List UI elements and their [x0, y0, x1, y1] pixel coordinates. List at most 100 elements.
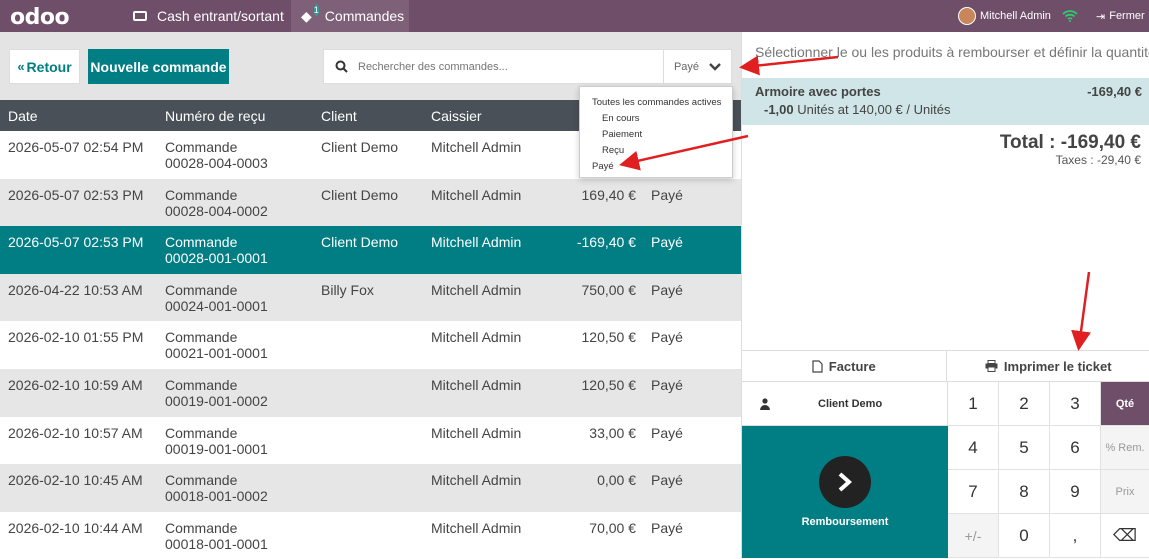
user-name: Mitchell Admin	[980, 10, 1051, 22]
row-cashier: Mitchell Admin	[431, 377, 521, 393]
user-icon	[760, 398, 770, 410]
key-9[interactable]: 9	[1050, 470, 1101, 514]
avatar	[958, 7, 976, 25]
row-receipt: Commande00019-001-0002	[165, 377, 268, 409]
order-actions: Facture Imprimer le ticket	[742, 350, 1149, 382]
printer-icon	[985, 360, 998, 372]
close-session-button[interactable]: ⇥ Fermer	[1096, 0, 1145, 32]
header-cashier: Caissier	[431, 108, 482, 124]
key-price-mode[interactable]: Prix	[1101, 470, 1149, 514]
status-filter-dropdown[interactable]: Payé	[663, 50, 731, 83]
key-1[interactable]: 1	[948, 382, 999, 426]
table-row[interactable]: 2026-02-10 01:55 PMCommande00021-001-000…	[0, 321, 741, 369]
ticket-icon: ◆	[301, 8, 312, 25]
row-cashier: Mitchell Admin	[431, 329, 521, 345]
row-receipt-prefix: Commande	[165, 472, 268, 488]
row-status: Payé	[651, 329, 683, 345]
money-icon	[133, 11, 147, 21]
row-status: Payé	[651, 234, 683, 250]
new-order-button[interactable]: Nouvelle commande	[88, 49, 229, 84]
row-date: 2026-02-10 10:44 AM	[8, 520, 143, 536]
order-total: Total : -169,40 €	[1000, 132, 1141, 154]
order-line-unit: Unités at 140,00 € / Unités	[794, 102, 951, 117]
user-menu[interactable]: Mitchell Admin	[958, 0, 1051, 32]
refund-button[interactable]: Remboursement	[742, 426, 948, 558]
row-date: 2026-05-07 02:54 PM	[8, 139, 143, 155]
row-receipt-prefix: Commande	[165, 377, 268, 393]
key-plus-minus[interactable]: +/-	[948, 514, 999, 558]
orders-tab[interactable]: ◆ 1 Commandes	[291, 0, 409, 32]
invoice-button[interactable]: Facture	[742, 351, 947, 381]
table-row[interactable]: 2026-02-10 10:59 AM Commande00019-001-000…	[0, 369, 741, 417]
print-receipt-button[interactable]: Imprimer le ticket	[947, 351, 1149, 381]
filter-value: Payé	[674, 61, 699, 73]
row-receipt-prefix: Commande	[165, 425, 268, 441]
order-line-qty: -1,00	[764, 102, 794, 117]
row-client: Billy Fox	[321, 282, 374, 298]
key-quantity-mode[interactable]: Qté	[1101, 382, 1149, 426]
search-input[interactable]	[358, 61, 663, 73]
key-3[interactable]: 3	[1050, 382, 1101, 426]
search-icon	[324, 60, 358, 73]
cash-in-out-button[interactable]: Cash entrant/sortant	[123, 0, 294, 32]
table-row[interactable]: 2026-05-07 02:53 PMCommande00028-001-000…	[0, 226, 741, 274]
row-receipt-prefix: Commande	[165, 139, 268, 155]
row-receipt: Commande00018-001-0001	[165, 520, 268, 552]
key-decimal[interactable]: ,	[1050, 514, 1101, 558]
filter-option-payment[interactable]: Paiement	[580, 127, 732, 143]
key-5[interactable]: 5	[999, 426, 1050, 470]
status-filter-menu: Toutes les commandes actives En cours Pa…	[579, 86, 733, 178]
order-line-price: -169,40 €	[1087, 84, 1142, 99]
row-receipt-number: 00024-001-0001	[165, 298, 268, 314]
top-bar: odoo Cash entrant/sortant ◆ 1 Commandes …	[0, 0, 1149, 32]
double-chevron-left-icon: «	[17, 59, 24, 74]
filter-option-all-active[interactable]: Toutes les commandes actives	[580, 95, 732, 111]
row-client: Client Demo	[321, 234, 398, 250]
row-date: 2026-04-22 10:53 AM	[8, 282, 143, 298]
table-row[interactable]: 2026-04-22 10:53 AM Commande00024-001-000…	[0, 274, 741, 322]
row-date: 2026-02-10 10:59 AM	[8, 377, 143, 393]
chevron-right-icon	[819, 456, 871, 508]
search-box: Payé	[323, 49, 732, 84]
row-receipt-prefix: Commande	[165, 329, 268, 345]
row-receipt-number: 00018-001-0001	[165, 536, 268, 552]
key-8[interactable]: 8	[999, 470, 1050, 514]
key-7[interactable]: 7	[948, 470, 999, 514]
customer-button[interactable]: Client Demo	[742, 382, 948, 426]
row-receipt: Commande00028-004-0002	[165, 187, 268, 219]
row-client: Client Demo	[321, 187, 398, 203]
table-row[interactable]: 2026-05-07 02:53 PMCommande00028-004-000…	[0, 179, 741, 227]
filter-option-receipt[interactable]: Reçu	[580, 143, 732, 159]
row-receipt-number: 00028-001-0001	[165, 250, 268, 266]
key-2[interactable]: 2	[999, 382, 1050, 426]
key-4[interactable]: 4	[948, 426, 999, 470]
filter-option-paid[interactable]: Payé	[580, 159, 732, 175]
back-button[interactable]: « Retour	[9, 49, 80, 84]
row-cashier: Mitchell Admin	[431, 234, 521, 250]
order-line[interactable]: Armoire avec portes -169,40 € -1,00 Unit…	[742, 78, 1149, 125]
key-0[interactable]: 0	[999, 514, 1050, 558]
file-pdf-icon	[812, 360, 823, 373]
row-status: Payé	[651, 472, 683, 488]
sign-out-icon: ⇥	[1096, 10, 1105, 23]
row-receipt-number: 00028-004-0003	[165, 155, 268, 171]
row-date: 2026-02-10 10:45 AM	[8, 472, 143, 488]
key-discount-mode[interactable]: % Rem.	[1101, 426, 1149, 470]
row-receipt: Commande00024-001-0001	[165, 282, 268, 314]
backspace-icon[interactable]: ⌫	[1101, 514, 1149, 558]
filter-option-in-progress[interactable]: En cours	[580, 111, 732, 127]
row-cashier: Mitchell Admin	[431, 187, 521, 203]
key-6[interactable]: 6	[1050, 426, 1101, 470]
row-receipt: Commande00019-001-0001	[165, 425, 268, 457]
row-status: Payé	[651, 425, 683, 441]
table-row[interactable]: 2026-02-10 10:45 AMCommande00018-001-000…	[0, 464, 741, 512]
header-receipt: Numéro de reçu	[165, 108, 265, 124]
row-total: 120,50 €	[582, 377, 637, 393]
row-status: Payé	[651, 377, 683, 393]
row-receipt: Commande00028-004-0003	[165, 139, 268, 171]
row-total: 120,50 €	[582, 329, 637, 345]
table-row[interactable]: 2026-02-10 10:57 AMCommande00019-001-000…	[0, 417, 741, 465]
row-receipt-number: 00028-004-0002	[165, 203, 268, 219]
table-row[interactable]: 2026-02-10 10:44 AM Commande00018-001-000…	[0, 512, 741, 559]
refund-hint: Sélectionner le ou les produits à rembou…	[755, 44, 1149, 60]
